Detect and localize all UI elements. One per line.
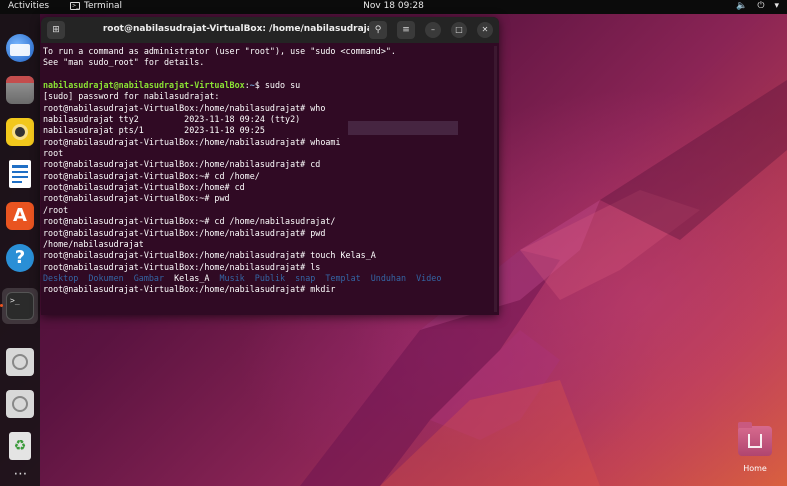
terminal-line: /home/nabilasudrajat xyxy=(43,239,497,250)
terminal-segment: nabilasudrajat pts/1 2023-11-18 09:25 xyxy=(43,125,265,136)
dock: A ? >_ ♻ ⋯ xyxy=(0,14,40,486)
new-tab-button[interactable]: ⊞ xyxy=(47,21,65,39)
terminal-window[interactable]: ⊞ root@nabilasudrajat-VirtualBox: /home/… xyxy=(41,17,499,315)
terminal-segment: /home/nabilasudrajat xyxy=(43,238,144,249)
close-icon: ✕ xyxy=(481,25,489,34)
terminal-line: root@nabilasudrajat-VirtualBox:~# pwd xyxy=(43,193,497,204)
terminal-line: root@nabilasudrajat-VirtualBox:/home/nab… xyxy=(43,137,497,148)
faded-overlay xyxy=(348,121,458,135)
terminal-segment: root@nabilasudrajat-VirtualBox:/home/nab… xyxy=(43,261,321,272)
terminal-line: root@nabilasudrajat-VirtualBox:/home/nab… xyxy=(43,250,497,261)
terminal-output[interactable]: To run a command as administrator (user … xyxy=(43,46,497,312)
dock-item-writer[interactable] xyxy=(4,158,36,190)
search-icon: ⚲ xyxy=(374,25,382,35)
terminal-segment: nabilasudrajat tty2 2023-11-18 09:24 (tt… xyxy=(43,114,301,125)
menu-button[interactable]: ≡ xyxy=(397,21,415,39)
terminal-segment: root@nabilasudrajat-VirtualBox:/home# cd xyxy=(43,182,245,193)
terminal-segment: Kelas_A xyxy=(174,272,220,283)
terminal-header-bar[interactable]: ⊞ root@nabilasudrajat-VirtualBox: /home/… xyxy=(41,17,499,43)
rhythmbox-icon xyxy=(6,118,34,146)
desktop-home-folder[interactable]: Home xyxy=(734,422,776,478)
thunderbird-icon xyxy=(6,34,34,62)
terminal-segment: root@nabilasudrajat-VirtualBox:/home/nab… xyxy=(43,250,376,261)
terminal-segment: /root xyxy=(43,204,69,215)
files-icon xyxy=(6,76,34,104)
terminal-line: root@nabilasudrajat-VirtualBox:/home/nab… xyxy=(43,284,497,295)
terminal-segment: root xyxy=(43,148,64,159)
terminal-segment: root@nabilasudrajat-VirtualBox:~# pwd xyxy=(43,193,230,204)
terminal-line: root@nabilasudrajat-VirtualBox:~# cd /ho… xyxy=(43,171,497,182)
dock-item-terminal[interactable]: >_ xyxy=(4,290,36,322)
terminal-segment: See "man sudo_root" for details. xyxy=(43,57,205,68)
home-folder-icon xyxy=(738,422,772,456)
dock-item-help[interactable]: ? xyxy=(4,242,36,274)
writer-icon xyxy=(9,160,31,188)
dock-item-disc-1[interactable] xyxy=(4,346,36,378)
terminal-segment: root@nabilasudrajat-VirtualBox:~# cd /ho… xyxy=(43,170,260,181)
dock-item-disc-2[interactable] xyxy=(4,388,36,420)
disc-icon xyxy=(6,348,34,376)
terminal-line: root@nabilasudrajat-VirtualBox:/home# cd xyxy=(43,182,497,193)
terminal-segment: $ sudo su xyxy=(254,80,301,91)
terminal-line: See "man sudo_root" for details. xyxy=(43,57,497,68)
hamburger-icon: ≡ xyxy=(402,25,410,35)
terminal-segment: To run a command as administrator (user … xyxy=(43,46,396,56)
dock-item-app-center[interactable]: A xyxy=(4,200,36,232)
terminal-segment: root@nabilasudrajat-VirtualBox:/home/nab… xyxy=(43,159,321,170)
terminal-line: Desktop Dokumen Gambar Kelas_A Musik Pub… xyxy=(43,273,497,284)
maximize-button[interactable]: □ xyxy=(451,22,467,38)
system-tray[interactable]: 🔈 ⏻ ▾ xyxy=(736,1,779,11)
terminal-line: root@nabilasudrajat-VirtualBox:/home/nab… xyxy=(43,262,497,273)
terminal-line: root xyxy=(43,148,497,159)
terminal-segment: nabilasudrajat@nabilasudrajat-VirtualBox xyxy=(43,80,245,91)
close-button[interactable]: ✕ xyxy=(477,22,493,38)
dock-item-files[interactable] xyxy=(4,74,36,106)
terminal-segment: root@nabilasudrajat-VirtualBox:/home/nab… xyxy=(43,136,341,147)
terminal-scrollbar[interactable] xyxy=(494,46,497,312)
terminal-segment: root@nabilasudrajat-VirtualBox:~# cd /ho… xyxy=(43,216,336,227)
dock-item-thunderbird[interactable] xyxy=(4,32,36,64)
terminal-line: root@nabilasudrajat-VirtualBox:/home/nab… xyxy=(43,103,497,114)
terminal-segment: Desktop Dokumen Gambar xyxy=(43,272,175,283)
terminal-segment: Musik Publik snap Templat Unduhan Video xyxy=(219,272,442,283)
terminal-segment: root@nabilasudrajat-VirtualBox:/home/nab… xyxy=(43,102,326,113)
terminal-segment: [sudo] password for nabilasudrajat: xyxy=(43,91,220,102)
show-apps-icon: ⋯ xyxy=(13,466,28,482)
terminal-line: To run a command as administrator (user … xyxy=(43,46,497,57)
terminal-line: /root xyxy=(43,205,497,216)
clock[interactable]: Nov 18 09:28 xyxy=(0,1,787,11)
search-button[interactable]: ⚲ xyxy=(369,21,387,39)
terminal-icon: >_ xyxy=(6,292,34,320)
volume-icon[interactable]: 🔈 xyxy=(736,1,747,11)
terminal-line: nabilasudrajat@nabilasudrajat-VirtualBox… xyxy=(43,80,497,91)
terminal-title: root@nabilasudrajat-VirtualBox: /home/na… xyxy=(102,24,378,34)
terminal-segment: root@nabilasudrajat-VirtualBox:/home/nab… xyxy=(43,284,336,295)
dock-item-rhythmbox[interactable] xyxy=(4,116,36,148)
minimize-button[interactable]: – xyxy=(425,22,441,38)
top-bar: Activities >_ Terminal Nov 18 09:28 🔈 ⏻ … xyxy=(0,0,787,14)
terminal-line: root@nabilasudrajat-VirtualBox:~# cd /ho… xyxy=(43,216,497,227)
app-center-icon: A xyxy=(6,202,34,230)
chevron-down-icon[interactable]: ▾ xyxy=(774,1,779,11)
terminal-line: root@nabilasudrajat-VirtualBox:/home/nab… xyxy=(43,228,497,239)
home-folder-label: Home xyxy=(743,464,767,473)
terminal-line: root@nabilasudrajat-VirtualBox:/home/nab… xyxy=(43,159,497,170)
trash-icon: ♻ xyxy=(9,432,31,460)
dock-item-show-apps[interactable]: ⋯ xyxy=(4,458,36,486)
help-icon: ? xyxy=(6,244,34,272)
power-icon[interactable]: ⏻ xyxy=(757,1,764,11)
terminal-line: [sudo] password for nabilasudrajat: xyxy=(43,91,497,102)
dock-running-indicator xyxy=(0,304,3,307)
disc-icon xyxy=(6,390,34,418)
terminal-segment: root@nabilasudrajat-VirtualBox:/home/nab… xyxy=(43,227,326,238)
